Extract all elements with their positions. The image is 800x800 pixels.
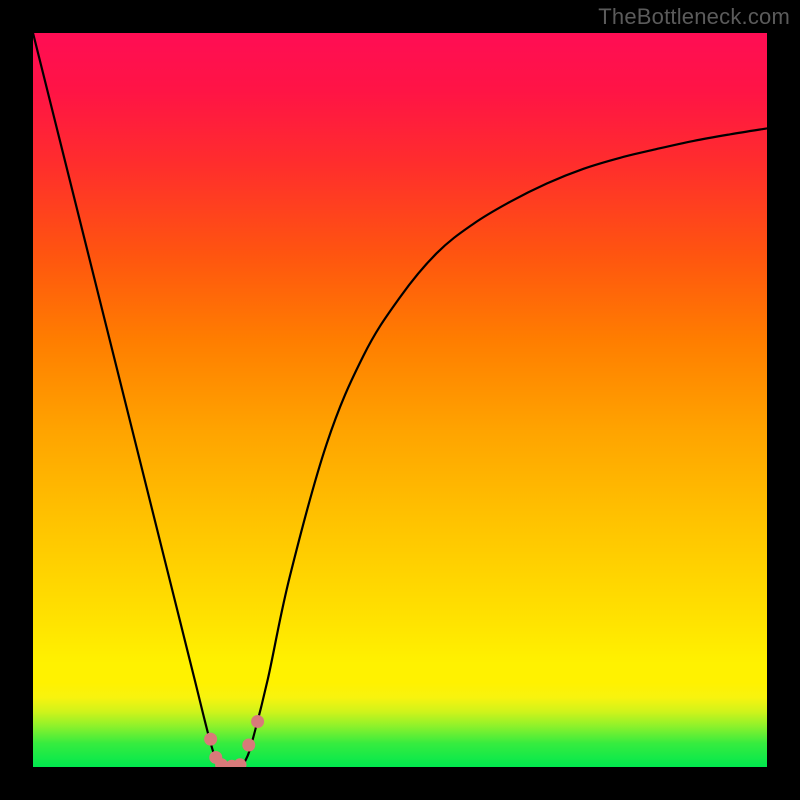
curve-marker — [233, 758, 246, 767]
curve-marker — [204, 733, 217, 746]
bottleneck-curve — [33, 33, 767, 767]
curve-markers — [204, 715, 264, 767]
plot-area — [33, 33, 767, 767]
curve-marker — [242, 738, 255, 751]
curve-marker — [251, 715, 264, 728]
watermark-text: TheBottleneck.com — [598, 4, 790, 30]
chart-frame: TheBottleneck.com — [0, 0, 800, 800]
